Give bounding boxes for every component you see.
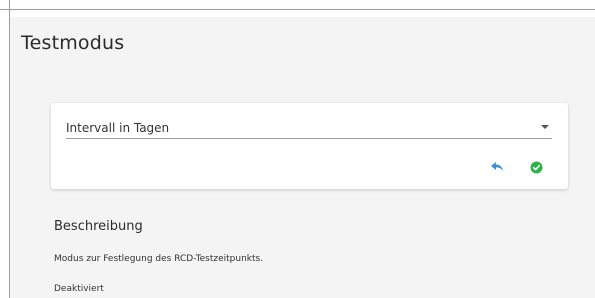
status-text: Deaktiviert — [54, 284, 104, 294]
interval-select[interactable]: Intervall in Tagen — [66, 116, 552, 139]
description-heading: Beschreibung — [54, 219, 143, 234]
undo-button[interactable] — [489, 159, 505, 175]
top-bar — [0, 0, 595, 10]
undo-icon — [491, 162, 503, 171]
setting-card: Intervall in Tagen — [51, 103, 568, 189]
page-title: Testmodus — [21, 32, 125, 54]
description-text: Modus zur Festlegung des RCD-Testzeitpun… — [54, 254, 264, 264]
check-circle-icon — [530, 161, 542, 173]
chevron-down-icon[interactable] — [541, 125, 549, 129]
interval-select-label: Intervall in Tagen — [66, 121, 170, 135]
confirm-button[interactable] — [528, 159, 544, 175]
